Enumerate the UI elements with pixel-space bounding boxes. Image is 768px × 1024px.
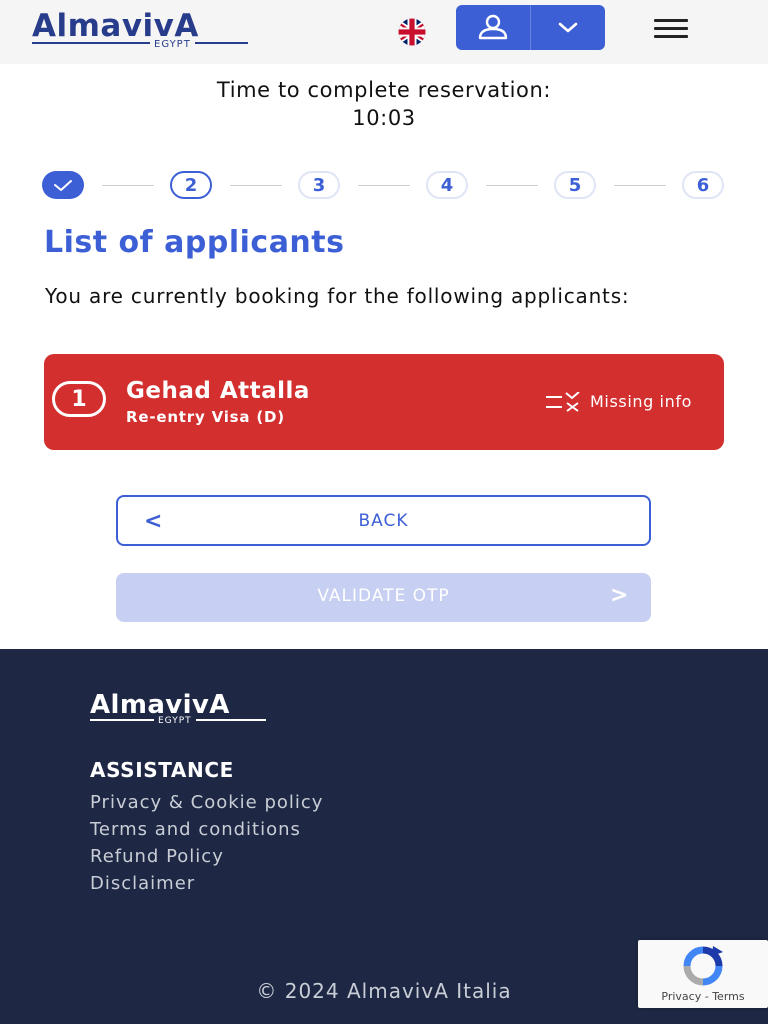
- hamburger-icon-line: [654, 18, 688, 22]
- account-dropdown-button[interactable]: [531, 5, 605, 50]
- recaptcha-links[interactable]: Privacy - Terms: [638, 990, 768, 1003]
- footer-links: Privacy & Cookie policy Terms and condit…: [90, 789, 323, 897]
- validate-otp-label: VALIDATE OTP: [317, 586, 450, 606]
- applicant-card[interactable]: 1 Gehad Attalla Re-entry Visa (D) Missin…: [44, 354, 724, 450]
- step-2-current: 2: [170, 171, 212, 199]
- footer-link-terms[interactable]: Terms and conditions: [90, 816, 323, 843]
- intro-text: You are currently booking for the follow…: [45, 284, 630, 308]
- footer-logo-subtitle: EGYPT: [154, 716, 196, 727]
- recaptcha-badge[interactable]: Privacy - Terms: [638, 940, 768, 1008]
- footer-link-disclaimer[interactable]: Disclaimer: [90, 870, 323, 897]
- logo-underline: [32, 42, 248, 44]
- step-1-completed: [42, 171, 84, 199]
- back-button-label: BACK: [358, 511, 409, 531]
- applicant-visa-type: Re-entry Visa (D): [126, 408, 285, 426]
- reservation-timer-label: Time to complete reservation:: [216, 78, 552, 102]
- footer-assistance-heading: ASSISTANCE: [90, 758, 234, 782]
- step-connector: [102, 185, 154, 186]
- footer-link-refund[interactable]: Refund Policy: [90, 843, 323, 870]
- step-connector: [486, 185, 538, 186]
- footer-link-privacy[interactable]: Privacy & Cookie policy: [90, 789, 323, 816]
- recaptcha-icon: [683, 946, 723, 986]
- logo-subtitle: EGYPT: [150, 39, 195, 51]
- account-menu: [456, 5, 605, 50]
- validate-otp-button[interactable]: VALIDATE OTP >: [116, 573, 651, 622]
- page-title: List of applicants: [44, 225, 345, 260]
- step-3: 3: [298, 171, 340, 199]
- applicant-name: Gehad Attalla: [126, 378, 310, 404]
- hamburger-icon-line: [654, 34, 688, 38]
- site-header: AlmavivA EGYPT: [0, 0, 768, 64]
- step-connector: [614, 185, 666, 186]
- progress-stepper: 2 3 4 5 6: [42, 171, 728, 201]
- account-button[interactable]: [456, 5, 530, 50]
- step-5: 5: [554, 171, 596, 199]
- chevron-right-icon: >: [610, 583, 629, 608]
- almaviva-logo[interactable]: AlmavivA EGYPT: [32, 8, 252, 52]
- uk-flag-icon[interactable]: [389, 17, 435, 47]
- hamburger-icon-line: [654, 26, 688, 30]
- check-icon: [54, 180, 72, 191]
- step-6: 6: [682, 171, 724, 199]
- user-icon: [478, 14, 508, 39]
- footer-logo[interactable]: AlmavivA EGYPT: [90, 689, 270, 729]
- step-connector: [358, 185, 410, 186]
- missing-info-icon: [546, 392, 580, 412]
- missing-info-label: Missing info: [590, 392, 692, 411]
- back-button[interactable]: < BACK: [116, 495, 651, 546]
- applicant-number-badge: 1: [52, 381, 106, 417]
- chevron-down-icon: [558, 22, 578, 32]
- reservation-timer-value: 10:03: [352, 106, 416, 130]
- step-connector: [230, 185, 282, 186]
- step-4: 4: [426, 171, 468, 199]
- hamburger-menu-button[interactable]: [650, 14, 692, 42]
